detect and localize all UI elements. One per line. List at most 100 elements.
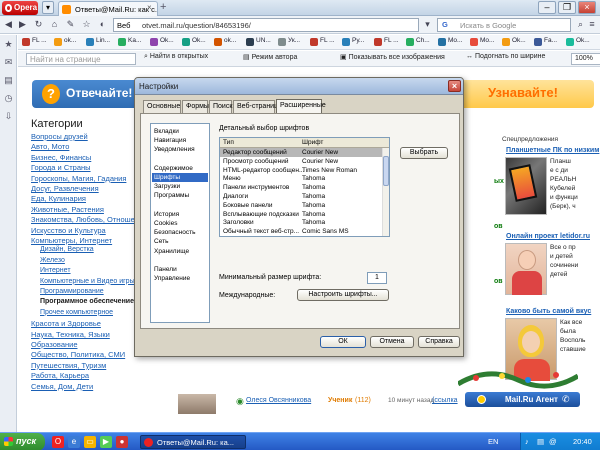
- subcategory-link[interactable]: Дизайн, Верстка: [40, 246, 94, 253]
- subcategory-link[interactable]: Железо: [40, 257, 65, 264]
- tray-network-icon[interactable]: ▤: [537, 437, 544, 446]
- subcategory-link[interactable]: Интернет: [40, 267, 71, 274]
- font-row[interactable]: HTML-редактор сообщен... Times New Roman: [220, 166, 382, 175]
- font-row[interactable]: Обычный текст веб-стр... Comic Sans MS: [220, 227, 382, 236]
- restore-icon[interactable]: ❐: [558, 1, 576, 14]
- configure-fonts-button[interactable]: Настроить шрифты...: [297, 289, 389, 301]
- security-icon[interactable]: ◐: [96, 18, 109, 31]
- bookmark-icon[interactable]: ☆: [80, 18, 93, 31]
- category-link[interactable]: Красота и Здоровье: [31, 319, 101, 328]
- bookmark-item[interactable]: ok...: [214, 37, 244, 48]
- font-row[interactable]: Меню Tahoma: [220, 174, 382, 183]
- find-input[interactable]: Найти на странице: [26, 53, 136, 65]
- font-row[interactable]: Просмотр сообщений Courier New: [220, 157, 382, 166]
- dialog-close-icon[interactable]: ×: [448, 80, 461, 92]
- settings-nav-item[interactable]: Сеть: [152, 237, 208, 246]
- font-row[interactable]: Боковые панели Tahoma: [220, 201, 382, 210]
- fit-width-button[interactable]: ↔ Подогнать по ширине: [466, 53, 545, 65]
- font-row[interactable]: Всплывающие подсказки Tahoma: [220, 210, 382, 219]
- user-name-link[interactable]: Олеся Овсянникова: [246, 397, 311, 404]
- bookmark-item[interactable]: Ok...: [182, 37, 212, 48]
- notes-panel-icon[interactable]: ✉: [3, 57, 14, 68]
- taskbar-task-opera[interactable]: Ответы@Mail.Ru: ка...: [140, 435, 246, 449]
- settings-nav-item[interactable]: Загрузки: [152, 182, 208, 191]
- category-link[interactable]: Работа, Карьера: [31, 371, 89, 380]
- close-window-icon[interactable]: ×: [578, 1, 596, 14]
- start-button[interactable]: пуск: [0, 433, 45, 450]
- bookmark-item[interactable]: FL ...: [310, 37, 340, 48]
- ad2-title-link[interactable]: Онлайн проект letidor.ru: [506, 233, 590, 240]
- category-link[interactable]: Компьютеры, Интернет: [31, 236, 112, 245]
- address-field[interactable]: Веб otvet.mail.ru/question/84653196/: [113, 18, 419, 32]
- category-link[interactable]: Семья, Дом, Дети: [31, 382, 93, 391]
- category-link[interactable]: Города и Страны: [31, 163, 91, 172]
- minimize-icon[interactable]: –: [538, 1, 556, 14]
- zoom-select[interactable]: 100%: [571, 53, 600, 65]
- ad1-title-link[interactable]: Планшетные ПК по низким: [506, 147, 599, 154]
- category-link[interactable]: Путешествия, Туризм: [31, 361, 106, 370]
- tab-4[interactable]: Веб-страницы: [233, 100, 283, 113]
- settings-nav-item[interactable]: Безопасность: [152, 228, 208, 237]
- tab-list-icon[interactable]: ▾: [42, 1, 54, 14]
- folder-quicklaunch-icon[interactable]: ▭: [84, 436, 96, 448]
- settings-nav-item[interactable]: Управление: [152, 274, 208, 283]
- answer-link[interactable]: (ссылка: [432, 397, 458, 404]
- tray-volume-icon[interactable]: ♪: [525, 437, 529, 446]
- app-quicklaunch-icon[interactable]: ●: [116, 436, 128, 448]
- opera-menu-button[interactable]: Opera: [2, 1, 38, 15]
- category-link[interactable]: Досуг, Развлечения: [31, 184, 99, 193]
- category-link[interactable]: Гороскопы, Магия, Гадания: [31, 174, 126, 183]
- opera-quicklaunch-icon[interactable]: O: [52, 436, 64, 448]
- reload-icon[interactable]: ↻: [32, 18, 45, 31]
- settings-nav-item[interactable]: Шрифты: [152, 173, 208, 182]
- category-link[interactable]: Знакомства, Любовь, Отношения: [31, 215, 147, 224]
- wand-icon[interactable]: ✎: [64, 18, 77, 31]
- settings-nav-item[interactable]: Навигация: [152, 136, 208, 145]
- tab-1[interactable]: Основные: [143, 100, 181, 113]
- bookmark-item[interactable]: ok...: [54, 37, 84, 48]
- category-link[interactable]: Животные, Растения: [31, 205, 104, 214]
- address-dropdown-icon[interactable]: ▾: [421, 18, 434, 31]
- bookmark-item[interactable]: FL ...: [374, 37, 404, 48]
- category-link[interactable]: Авто, Мото: [31, 142, 69, 151]
- downloads-panel-icon[interactable]: ⇩: [3, 111, 14, 122]
- windows-panel-icon[interactable]: ▤: [3, 75, 14, 86]
- subcategory-link[interactable]: Программное обеспечение: [40, 298, 134, 305]
- settings-nav-item[interactable]: Вкладки: [152, 127, 208, 136]
- category-link[interactable]: Образование: [31, 340, 78, 349]
- category-link[interactable]: Искусство и Культура: [31, 226, 106, 235]
- settings-nav-item[interactable]: Cookies: [152, 219, 208, 228]
- tab-2[interactable]: Формы: [182, 100, 209, 113]
- font-row[interactable]: Панели инструментов Tahoma: [220, 183, 382, 192]
- category-link[interactable]: Общество, Политика, СМИ: [31, 350, 125, 359]
- agent-phone-icon[interactable]: ✆: [562, 394, 570, 405]
- home-icon[interactable]: ⌂: [48, 18, 61, 31]
- settings-nav-item[interactable]: Уведомления: [152, 145, 208, 154]
- min-size-input[interactable]: 1: [367, 272, 387, 284]
- settings-nav-item[interactable]: История: [152, 210, 208, 219]
- font-row[interactable]: Редактор сообщений Courier New: [220, 148, 382, 157]
- dialog-titlebar[interactable]: Настройки: [135, 78, 463, 95]
- bookmark-item[interactable]: UN...: [246, 37, 276, 48]
- bookmark-item[interactable]: Mo...: [438, 37, 468, 48]
- tab-3[interactable]: Поиск: [209, 100, 232, 113]
- subcategory-link[interactable]: Программирование: [40, 288, 104, 295]
- new-tab-icon[interactable]: +: [160, 1, 166, 13]
- subcategory-link[interactable]: Компьютерные и Видео игры: [40, 278, 135, 285]
- bookmark-item[interactable]: Ok...: [502, 37, 532, 48]
- back-icon[interactable]: ◀: [2, 18, 15, 31]
- ad3-title-link[interactable]: Каково быть самой вкус: [506, 308, 591, 315]
- tab-active[interactable]: Ответы@Mail.Ru: как с...: [58, 1, 158, 16]
- forward-icon[interactable]: ▶: [16, 18, 29, 31]
- choose-font-button[interactable]: Выбрать: [400, 147, 448, 159]
- bookmark-item[interactable]: Fa...: [534, 37, 564, 48]
- bookmark-item[interactable]: Ch...: [406, 37, 436, 48]
- help-button[interactable]: Справка: [418, 336, 460, 348]
- bookmark-item[interactable]: Ok...: [150, 37, 180, 48]
- bookmark-item[interactable]: Ka...: [118, 37, 148, 48]
- bookmark-item[interactable]: Mo...: [470, 37, 500, 48]
- bookmark-item[interactable]: Ру...: [342, 37, 372, 48]
- settings-nav-item[interactable]: Хранилище: [152, 247, 208, 256]
- category-link[interactable]: Наука, Техника, Языки: [31, 330, 110, 339]
- menu-icon[interactable]: ≡: [586, 18, 598, 31]
